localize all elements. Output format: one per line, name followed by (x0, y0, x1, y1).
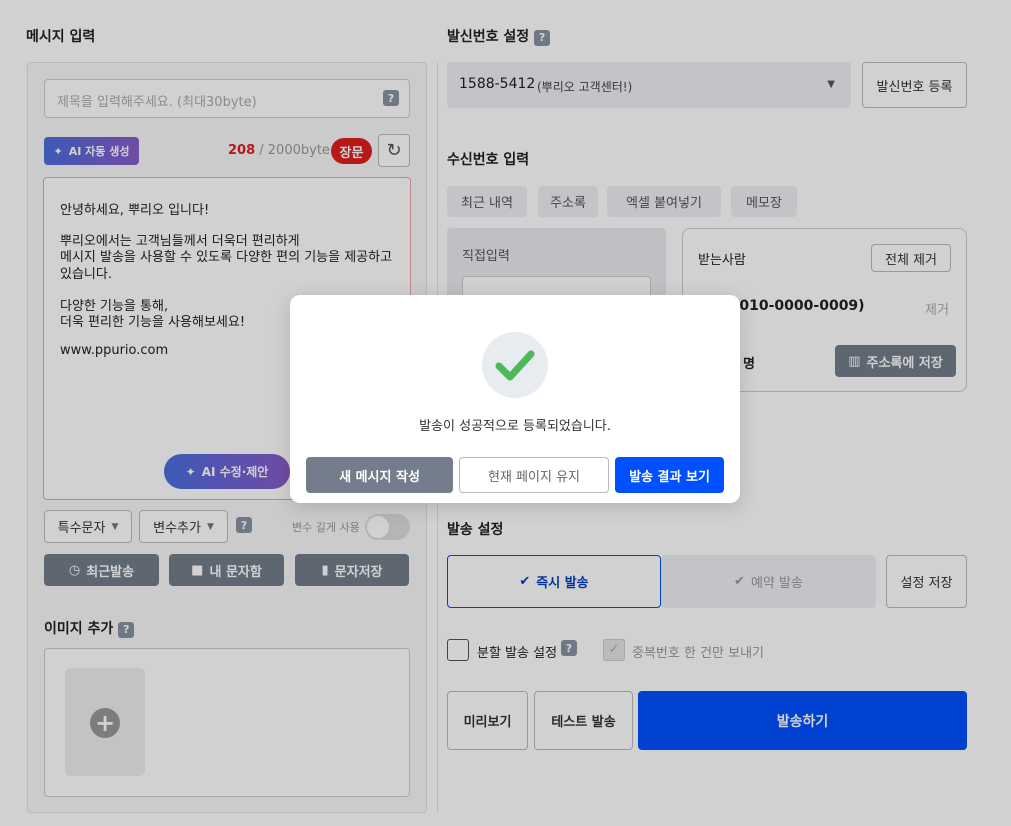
new-message-button[interactable]: 새 메시지 작성 (306, 457, 453, 493)
success-modal: 발송이 성공적으로 등록되었습니다. 새 메시지 작성 현재 페이지 유지 발송… (290, 295, 740, 503)
stay-on-page-button[interactable]: 현재 페이지 유지 (459, 457, 609, 493)
view-result-button[interactable]: 발송 결과 보기 (615, 457, 724, 493)
modal-message: 발송이 성공적으로 등록되었습니다. (419, 419, 611, 434)
success-check-icon (482, 332, 548, 398)
